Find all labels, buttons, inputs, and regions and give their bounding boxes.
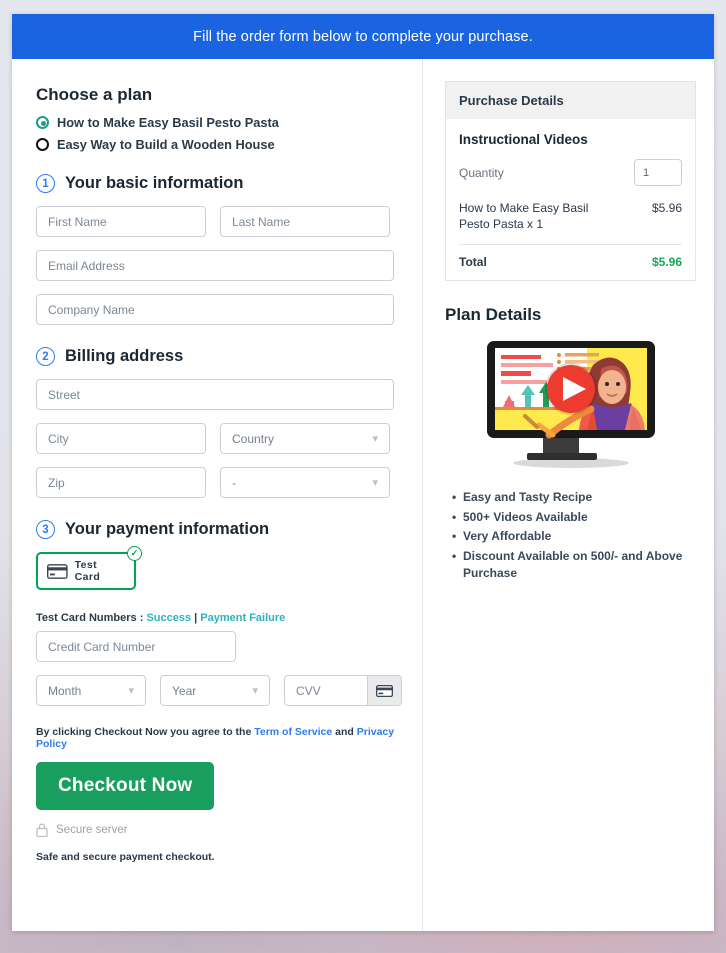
checkout-now-button[interactable]: Checkout Now — [36, 762, 215, 810]
country-select[interactable]: Country ▾ — [220, 423, 390, 454]
list-item: Easy and Tasty Recipe — [452, 489, 696, 507]
success-link[interactable]: Success — [146, 612, 191, 624]
line-item-name: How to Make Easy Basil Pesto Pasta x 1 — [459, 201, 589, 232]
quantity-row: Quantity 1 — [459, 159, 682, 186]
payment-method-test-card[interactable]: Test Card ✓ — [36, 546, 142, 590]
expiry-month-value: Month — [48, 683, 82, 698]
terms-agreement-text: By clicking Checkout Now you agree to th… — [36, 726, 406, 750]
link-separator: | — [191, 612, 201, 624]
total-amount: $5.96 — [651, 255, 682, 270]
step-3-number: 3 — [36, 520, 55, 539]
secure-server-label: Secure server — [56, 824, 128, 836]
step-3-header: 3 Your payment information — [36, 520, 406, 539]
step-2-header: 2 Billing address — [36, 347, 406, 366]
page-banner: Fill the order form below to complete yo… — [12, 14, 714, 59]
plan-option-2-label: Easy Way to Build a Wooden House — [57, 137, 275, 152]
street-input[interactable]: Street — [36, 379, 394, 410]
plan-option-2[interactable]: Easy Way to Build a Wooden House — [36, 137, 406, 152]
radio-icon-selected[interactable] — [36, 116, 49, 129]
email-input[interactable]: Email Address — [36, 250, 394, 281]
payment-method-label: Test Card — [74, 559, 101, 583]
order-form-column: Choose a plan How to Make Easy Basil Pes… — [12, 59, 422, 931]
terms-and: and — [332, 726, 357, 738]
test-card-numbers-label: Test Card Numbers : — [36, 612, 147, 624]
list-item: 500+ Videos Available — [452, 509, 696, 527]
safe-checkout-note: Safe and secure payment checkout. — [36, 851, 215, 863]
country-select-value: Country — [232, 431, 275, 446]
expiry-month-select[interactable]: Month ▾ — [36, 675, 146, 706]
total-label: Total — [459, 255, 487, 270]
purchase-details-box: Purchase Details Instructional Videos Qu… — [445, 81, 696, 282]
quantity-label: Quantity — [459, 165, 504, 180]
quantity-input[interactable]: 1 — [634, 159, 682, 186]
state-select[interactable]: - ▾ — [220, 467, 390, 498]
cvv-help-button[interactable] — [367, 676, 401, 705]
last-name-input[interactable]: Last Name — [220, 206, 390, 237]
purchase-details-header: Purchase Details — [446, 82, 695, 119]
first-name-input[interactable]: First Name — [36, 206, 206, 237]
company-name-input[interactable]: Company Name — [36, 294, 394, 325]
step-3-title: Your payment information — [65, 520, 270, 538]
cvv-input[interactable]: CVV — [285, 676, 367, 705]
choose-plan-heading: Choose a plan — [36, 85, 153, 104]
plan-features-list: Easy and Tasty Recipe 500+ Videos Availa… — [445, 489, 696, 582]
payment-failure-link[interactable]: Payment Failure — [200, 612, 285, 624]
check-circle-icon: ✓ — [127, 546, 142, 561]
cvv-field-group[interactable]: CVV — [284, 675, 402, 706]
summary-column: Purchase Details Instructional Videos Qu… — [423, 59, 714, 931]
list-item: Very Affordable — [452, 528, 696, 546]
chevron-down-icon: ▾ — [128, 685, 134, 697]
plan-option-1-label: How to Make Easy Basil Pesto Pasta — [57, 115, 279, 130]
zip-input[interactable]: Zip — [36, 467, 206, 498]
product-title: Instructional Videos — [459, 132, 588, 147]
list-item: Discount Available on 500/- and Above Pu… — [452, 548, 696, 583]
step-1-title: Your basic information — [65, 174, 244, 192]
term-of-service-link[interactable]: Term of Service — [254, 726, 332, 738]
chevron-down-icon: ▾ — [372, 477, 378, 489]
expiry-year-select[interactable]: Year ▾ — [160, 675, 270, 706]
line-item-price: $5.96 — [651, 201, 682, 215]
credit-card-number-input[interactable]: Credit Card Number — [36, 631, 236, 662]
banner-text: Fill the order form below to complete yo… — [193, 28, 533, 45]
plan-option-1[interactable]: How to Make Easy Basil Pesto Pasta — [36, 115, 406, 130]
step-1-header: 1 Your basic information — [36, 174, 406, 193]
secure-server-note: Secure server — [36, 823, 406, 837]
checkout-card: Fill the order form below to complete yo… — [12, 14, 714, 931]
credit-card-icon — [47, 563, 68, 579]
step-2-title: Billing address — [65, 347, 184, 365]
expiry-year-value: Year — [172, 683, 197, 698]
step-2-number: 2 — [36, 347, 55, 366]
test-card-numbers-line: Test Card Numbers : Success | Payment Fa… — [36, 612, 406, 624]
video-lesson-illustration — [445, 335, 696, 475]
lock-icon — [36, 823, 48, 837]
plan-details-heading: Plan Details — [445, 305, 542, 325]
line-item-row: How to Make Easy Basil Pesto Pasta x 1 $… — [459, 200, 682, 246]
chevron-down-icon: ▾ — [252, 685, 258, 697]
state-select-value: - — [232, 475, 236, 490]
step-1-number: 1 — [36, 174, 55, 193]
total-row: Total $5.96 — [459, 245, 682, 269]
credit-card-icon — [376, 684, 393, 697]
terms-prefix: By clicking Checkout Now you agree to th… — [36, 726, 255, 738]
radio-icon[interactable] — [36, 138, 49, 151]
city-input[interactable]: City — [36, 423, 206, 454]
chevron-down-icon: ▾ — [372, 433, 378, 445]
